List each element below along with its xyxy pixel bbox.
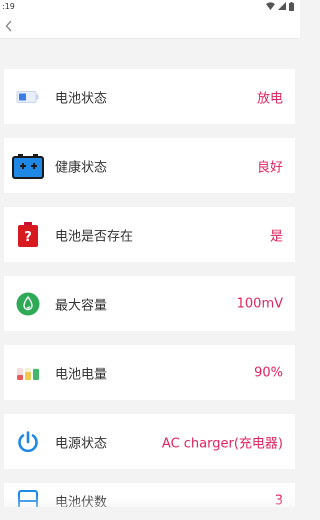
status-bar: :19 bbox=[0, 0, 300, 14]
row-value: 放电 bbox=[256, 91, 283, 106]
status-icons bbox=[266, 1, 294, 13]
row-label: 电池是否存在 bbox=[55, 229, 134, 244]
list-item-battery-present[interactable]: ? 电池是否存在 是 bbox=[4, 207, 295, 262]
row-label: 电池状态 bbox=[55, 91, 108, 106]
row-value: 是 bbox=[269, 229, 283, 244]
app-bar bbox=[0, 14, 300, 39]
battery-icon bbox=[289, 1, 294, 13]
status-time: :19 bbox=[2, 2, 15, 11]
power-icon bbox=[14, 428, 42, 456]
list-item-battery-status[interactable]: 电池状态 放电 bbox=[4, 69, 295, 124]
list-item-max-capacity[interactable]: 最大容量 100mV bbox=[4, 276, 295, 331]
row-label: 电池电量 bbox=[55, 367, 108, 382]
row-label: 电源状态 bbox=[55, 436, 108, 451]
battery-status-icon bbox=[14, 83, 42, 111]
back-button[interactable] bbox=[2, 18, 16, 34]
row-value: 良好 bbox=[256, 160, 283, 175]
battery-health-icon bbox=[12, 152, 44, 180]
row-value: 90% bbox=[254, 365, 283, 380]
capacity-icon bbox=[14, 290, 42, 318]
battery-info-list: 电池状态 放电 健康状态 良好 ? 电池是否存在 是 最大容量 100mV 电池… bbox=[0, 69, 300, 507]
list-item-power-status[interactable]: 电源状态 AC charger(充电器) bbox=[4, 414, 295, 469]
battery-level-icon bbox=[14, 359, 42, 387]
wifi-icon bbox=[266, 2, 275, 12]
list-item-health-status[interactable]: 健康状态 良好 bbox=[4, 138, 295, 193]
row-label: 最大容量 bbox=[55, 298, 108, 313]
bottom-fade bbox=[0, 496, 300, 520]
row-label: 健康状态 bbox=[55, 160, 108, 175]
list-item-battery-level[interactable]: 电池电量 90% bbox=[4, 345, 295, 400]
chevron-left-icon bbox=[5, 17, 13, 36]
svg-text:?: ? bbox=[24, 230, 32, 245]
row-value: 100mV bbox=[236, 296, 283, 311]
row-value: AC charger(充电器) bbox=[161, 436, 283, 451]
signal-icon bbox=[278, 2, 286, 12]
battery-present-icon: ? bbox=[14, 221, 42, 249]
